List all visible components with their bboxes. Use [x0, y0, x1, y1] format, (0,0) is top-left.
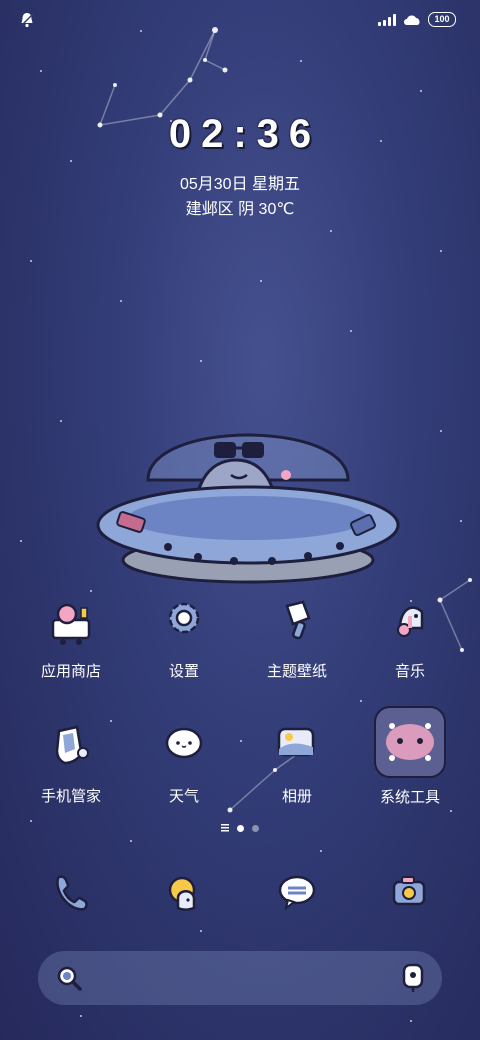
gallery-app[interactable]: 相册: [247, 723, 347, 806]
weather-app[interactable]: 天气: [134, 723, 234, 806]
app-label: 系统工具: [379, 789, 440, 806]
app-label: 天气: [168, 788, 199, 805]
app-store-icon: [51, 603, 91, 645]
global-search-bar[interactable]: [38, 951, 442, 1005]
browser-icon[interactable]: [158, 868, 208, 918]
app-store-app[interactable]: 应用商店: [21, 598, 121, 681]
weather-cloud-icon: [165, 727, 203, 759]
gear-icon: [168, 602, 200, 634]
app-label: 应用商店: [40, 663, 101, 680]
app-label: 手机管家: [40, 788, 101, 805]
app-label: 相册: [281, 788, 312, 805]
status-bar: 100: [0, 0, 480, 40]
voice-assistant-icon[interactable]: [398, 962, 428, 994]
page-dot[interactable]: [252, 824, 259, 832]
settings-app[interactable]: 设置: [134, 598, 234, 681]
phone-manager-app[interactable]: 手机管家: [21, 723, 121, 806]
clock-time[interactable]: 02:36: [0, 112, 480, 157]
ufo-character-illustration: [96, 433, 400, 584]
page-list-icon: [221, 824, 229, 832]
page-dot[interactable]: [237, 824, 244, 832]
music-icon: [397, 606, 424, 637]
phone-icon[interactable]: [46, 868, 96, 918]
date-label[interactable]: 05月30日 星期五: [0, 170, 480, 194]
theme-brush-icon: [285, 600, 311, 640]
system-tools-folder[interactable]: 系统工具: [360, 706, 460, 807]
battery-icon: 100: [428, 12, 456, 27]
theme-wallpaper-app[interactable]: 主题壁纸: [247, 598, 347, 681]
camera-icon[interactable]: [384, 868, 434, 918]
system-tools-folder-icon: [374, 706, 446, 778]
phone-manager-shield-icon: [55, 725, 89, 765]
weather-summary[interactable]: 建邺区 阴 30℃: [0, 195, 480, 219]
messages-icon[interactable]: [272, 868, 322, 918]
page-indicator[interactable]: [0, 824, 480, 832]
hd-cloud-icon: [404, 14, 420, 25]
search-icon[interactable]: [54, 963, 84, 993]
app-label: 设置: [168, 663, 199, 680]
notification-bell-icon: [20, 13, 34, 28]
gallery-icon: [277, 727, 315, 757]
music-app[interactable]: 音乐: [360, 598, 460, 681]
signal-icon: [378, 13, 396, 26]
app-label: 主题壁纸: [266, 663, 327, 680]
search-input[interactable]: [94, 963, 386, 995]
app-label: 音乐: [394, 663, 425, 680]
